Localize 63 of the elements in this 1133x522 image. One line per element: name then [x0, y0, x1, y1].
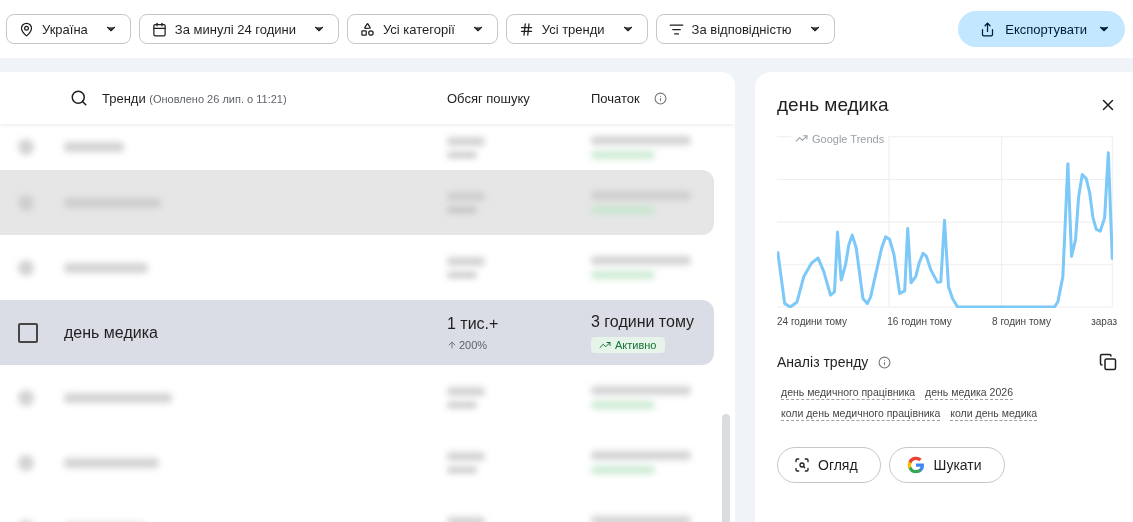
table-title: Тренди (Оновлено 26 лип. о 11:21) — [102, 90, 287, 106]
info-icon[interactable] — [653, 91, 667, 105]
blurred-badge — [591, 466, 655, 474]
related-query-link[interactable]: коли день медика — [950, 406, 1038, 421]
copy-icon[interactable] — [1099, 353, 1117, 371]
axis-label: 8 годин тому — [992, 316, 1051, 327]
blurred-text — [447, 136, 485, 146]
scrollbar-thumb[interactable] — [722, 414, 730, 522]
hash-icon — [518, 21, 534, 37]
blurred-text — [447, 387, 485, 396]
arrow-up-icon — [447, 339, 457, 350]
column-header[interactable]: Обсяг пошуку — [447, 90, 591, 106]
google-logo-icon — [905, 455, 926, 475]
filter-dropdown[interactable]: Україна — [6, 14, 131, 44]
column-header[interactable]: Початок — [591, 90, 640, 106]
shapes-icon — [360, 21, 375, 37]
filter-dropdown[interactable]: За відповідністю — [655, 14, 835, 44]
blurred-text — [447, 452, 485, 461]
calendar-icon — [151, 21, 167, 37]
related-query-link[interactable]: день медика 2026 — [925, 385, 1013, 400]
section-title: Аналіз тренду — [777, 354, 869, 370]
blurred-spot — [18, 389, 34, 406]
export-button[interactable]: Експортувати — [958, 11, 1125, 47]
blurred-text — [447, 467, 477, 473]
blurred-spot — [18, 259, 34, 276]
blurred-badge — [591, 401, 655, 409]
location-pin-icon — [19, 21, 34, 37]
info-icon[interactable] — [878, 355, 892, 369]
blurred-spot — [18, 194, 34, 211]
blurred-badge — [591, 150, 655, 159]
blurred-text — [64, 142, 124, 152]
related-query-link[interactable]: коли день медичного працівника — [781, 406, 941, 421]
axis-label: 16 годин тому — [887, 316, 952, 327]
chart-brand-label: Google Trends — [791, 132, 889, 145]
trend-row[interactable]: день медика 1 тис.+ 200% 3 години тому Активно — [0, 300, 714, 365]
checkbox[interactable] — [18, 322, 38, 343]
volume-change: 200% — [447, 338, 591, 351]
filter-dropdown[interactable]: Усі категорії — [347, 14, 498, 44]
filter-dropdown[interactable]: За минулі 24 години — [138, 14, 339, 44]
search-button[interactable]: Шукати — [888, 447, 1005, 483]
detail-title: день медика — [777, 94, 889, 116]
table-row[interactable] — [0, 170, 714, 235]
blurred-text — [447, 151, 477, 158]
start-time: 3 години тому — [591, 312, 696, 331]
filter-dropdown[interactable]: Усі тренди — [505, 14, 648, 44]
search-icon[interactable] — [70, 89, 88, 107]
axis-label: 24 години тому — [777, 316, 847, 327]
blurred-text — [447, 257, 485, 266]
overview-button[interactable]: Огляд — [777, 447, 881, 483]
blurred-spot — [18, 139, 34, 155]
blurred-spot — [18, 454, 34, 471]
blurred-text — [447, 402, 477, 408]
share-icon — [980, 21, 996, 37]
search-volume: 1 тис.+ — [447, 314, 500, 333]
trending-up-icon — [795, 132, 808, 145]
trend-name: день медика — [64, 323, 159, 342]
blurred-text — [447, 272, 477, 278]
status-badge: Активно — [591, 336, 665, 353]
sort-icon — [668, 21, 684, 37]
axis-label: зараз — [1091, 316, 1117, 327]
related-query-link[interactable]: день медичного працівника — [781, 385, 916, 400]
chart-search-icon — [794, 457, 810, 473]
blurred-badge — [591, 271, 655, 279]
